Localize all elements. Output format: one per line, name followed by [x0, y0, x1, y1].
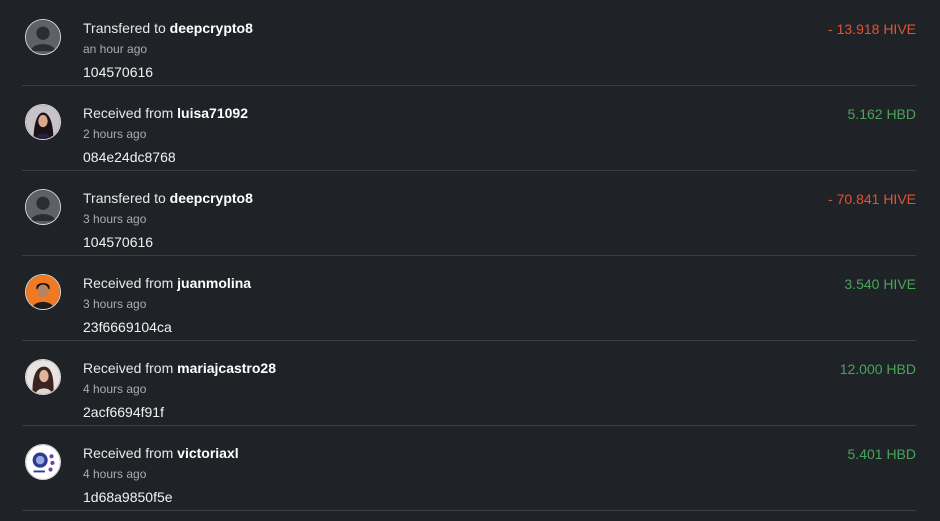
- transaction-amount: 5.401 HBD: [847, 446, 916, 462]
- transaction-time: 4 hours ago: [83, 382, 147, 396]
- transaction-action: Transfered to: [83, 20, 166, 36]
- transaction-action: Transfered to: [83, 190, 166, 206]
- transaction-title: Received from luisa71092: [83, 105, 248, 121]
- transaction-row[interactable]: Transfered to deepcrypto8 3 hours ago 10…: [0, 170, 940, 256]
- transaction-time: 3 hours ago: [83, 297, 147, 311]
- transaction-title: Received from victoriaxl: [83, 445, 239, 461]
- transaction-row[interactable]: Received from victoriaxl 4 hours ago 1d6…: [0, 425, 940, 511]
- transaction-amount: 5.162 HBD: [847, 106, 916, 122]
- transaction-amount: 3.540 HIVE: [844, 276, 916, 292]
- transaction-memo: 2acf6694f91f: [83, 404, 164, 420]
- transaction-amount: - 70.841 HIVE: [828, 191, 916, 207]
- user-photo-avatar[interactable]: [25, 104, 61, 140]
- transaction-memo: 084e24dc8768: [83, 149, 176, 165]
- transaction-memo: 23f6669104ca: [83, 319, 172, 335]
- transaction-memo: 104570616: [83, 64, 154, 80]
- default-user-icon[interactable]: [25, 189, 61, 225]
- user-photo-avatar[interactable]: [25, 274, 61, 310]
- transaction-memo: 1d68a9850f5e: [83, 489, 173, 505]
- transaction-user-link[interactable]: mariajcastro28: [177, 360, 276, 376]
- transaction-time: 3 hours ago: [83, 212, 147, 226]
- default-user-icon[interactable]: [25, 19, 61, 55]
- transaction-user-link[interactable]: victoriaxl: [177, 445, 238, 461]
- transaction-title: Received from mariajcastro28: [83, 360, 276, 376]
- row-divider: [22, 510, 916, 511]
- transaction-user-link[interactable]: deepcrypto8: [170, 190, 253, 206]
- transaction-row[interactable]: Transfered to deepcrypto8 an hour ago 10…: [0, 0, 940, 86]
- transaction-user-link[interactable]: luisa71092: [177, 105, 248, 121]
- transaction-title: Transfered to deepcrypto8: [83, 20, 253, 36]
- transaction-title: Transfered to deepcrypto8: [83, 190, 253, 206]
- transaction-user-link[interactable]: juanmolina: [177, 275, 251, 291]
- user-logo-avatar[interactable]: [25, 444, 61, 480]
- transaction-time: an hour ago: [83, 42, 148, 56]
- transaction-row[interactable]: Received from mariajcastro28 4 hours ago…: [0, 340, 940, 426]
- transaction-list: Transfered to deepcrypto8 an hour ago 10…: [0, 0, 940, 521]
- transaction-time: 4 hours ago: [83, 467, 147, 481]
- transaction-action: Received from: [83, 105, 174, 121]
- transaction-action: Received from: [83, 360, 174, 376]
- transaction-title: Received from juanmolina: [83, 275, 251, 291]
- transaction-amount: - 13.918 HIVE: [828, 21, 916, 37]
- transaction-action: Received from: [83, 275, 174, 291]
- transaction-amount: 12.000 HBD: [839, 361, 916, 377]
- user-photo-avatar[interactable]: [25, 359, 61, 395]
- transaction-memo: 104570616: [83, 234, 154, 250]
- transaction-time: 2 hours ago: [83, 127, 147, 141]
- transaction-user-link[interactable]: deepcrypto8: [170, 20, 253, 36]
- transaction-row[interactable]: Received from juanmolina 3 hours ago 23f…: [0, 255, 940, 341]
- transaction-row[interactable]: Received from luisa71092 2 hours ago 084…: [0, 85, 940, 171]
- transaction-action: Received from: [83, 445, 174, 461]
